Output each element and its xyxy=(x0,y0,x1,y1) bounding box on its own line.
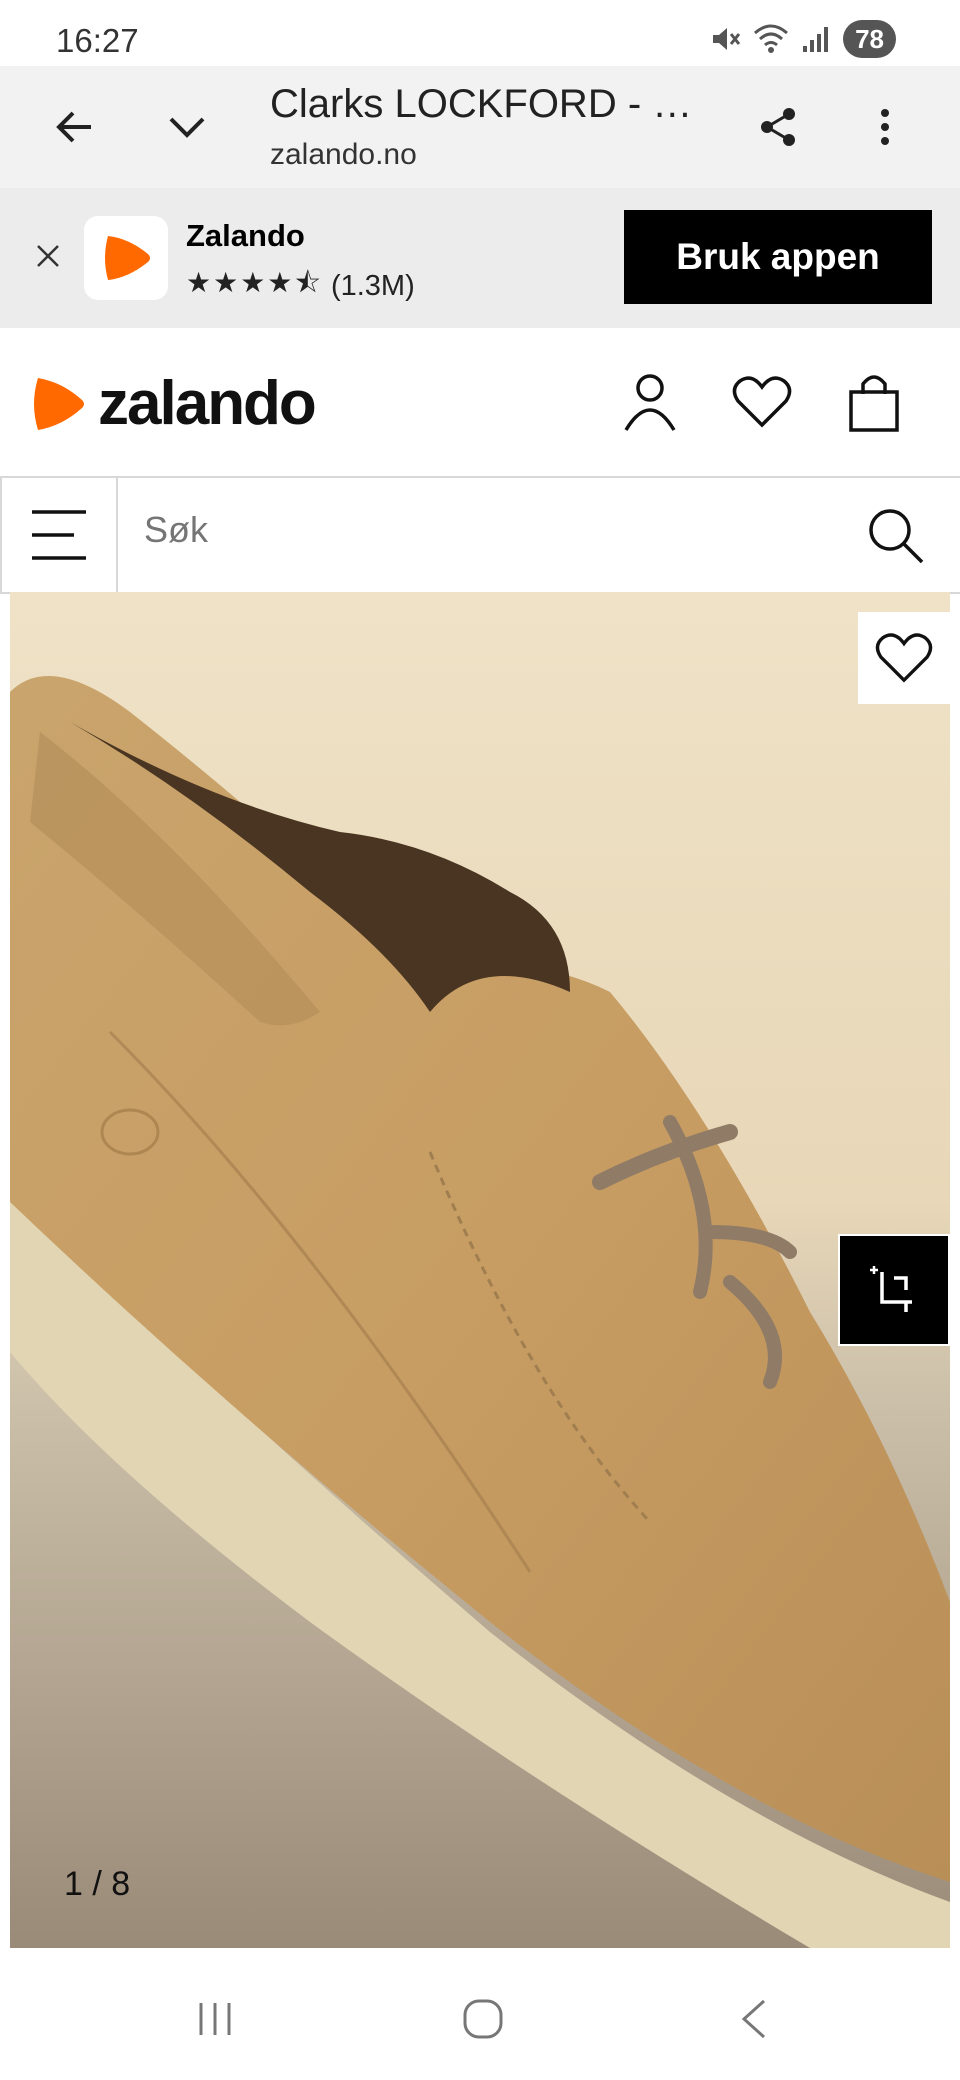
use-app-button[interactable]: Bruk appen xyxy=(624,210,932,304)
arrow-left-icon xyxy=(56,111,91,143)
add-to-wishlist-button[interactable] xyxy=(858,612,950,704)
status-icons: 78 xyxy=(709,20,896,58)
chevron-left-icon xyxy=(741,1999,766,2039)
site-header: zalando xyxy=(0,328,960,476)
mute-icon xyxy=(713,28,741,50)
page-title[interactable]: Clarks LOCKFORD - … xyxy=(270,82,692,127)
chevron-down-icon xyxy=(169,117,205,138)
share-icon xyxy=(761,108,795,146)
app-name: Zalando xyxy=(186,218,305,253)
page-domain[interactable]: zalando.no xyxy=(270,138,417,172)
status-bar: 16:27 78 xyxy=(0,0,960,66)
cart-button[interactable] xyxy=(842,370,906,434)
signal-icon xyxy=(803,27,829,52)
search-button[interactable] xyxy=(864,504,926,566)
more-options-button[interactable] xyxy=(850,92,920,162)
user-icon xyxy=(624,374,676,431)
recent-apps-button[interactable] xyxy=(180,1984,250,2054)
hamburger-menu-icon xyxy=(32,510,86,560)
zalando-logo-icon xyxy=(105,236,150,280)
close-banner-button[interactable] xyxy=(18,226,78,286)
app-banner: Zalando ★★★★⯪ (1.3M) Bruk appen xyxy=(0,188,960,328)
search-icon xyxy=(869,509,924,564)
recent-apps-icon xyxy=(199,2003,231,2035)
system-back-button[interactable] xyxy=(718,1984,788,2054)
wifi-icon xyxy=(754,24,789,53)
account-button[interactable] xyxy=(618,370,682,434)
wishlist-button[interactable] xyxy=(730,370,794,434)
browser-toolbar: Clarks LOCKFORD - … zalando.no xyxy=(0,66,960,188)
home-icon xyxy=(463,1999,503,2039)
home-button[interactable] xyxy=(448,1984,518,2054)
share-button[interactable] xyxy=(744,92,814,162)
rating-stars: ★★★★⯪ xyxy=(186,267,323,298)
menu-button[interactable] xyxy=(2,478,118,592)
site-logo[interactable]: zalando xyxy=(30,368,317,439)
product-image-carousel[interactable]: 1 / 8 xyxy=(10,592,950,1948)
collapse-button[interactable] xyxy=(152,92,222,162)
search-input[interactable] xyxy=(142,508,786,552)
product-photo xyxy=(10,592,950,1948)
system-navigation-bar xyxy=(0,1950,960,2080)
visual-search-button[interactable] xyxy=(838,1234,950,1346)
shopping-bag-icon xyxy=(849,375,899,432)
status-time: 16:27 xyxy=(56,22,139,59)
zalando-logo-icon xyxy=(34,377,84,430)
search-bar xyxy=(0,476,960,594)
battery-level: 78 xyxy=(843,20,896,58)
image-counter: 1 / 8 xyxy=(64,1865,131,1903)
heart-icon xyxy=(875,633,933,683)
crop-sparkle-icon xyxy=(870,1266,912,1312)
heart-icon xyxy=(732,376,792,428)
logo-text: zalando xyxy=(98,369,317,438)
back-button[interactable] xyxy=(40,92,110,162)
app-icon xyxy=(84,216,168,300)
close-icon xyxy=(37,245,59,267)
app-rating: ★★★★⯪ (1.3M) xyxy=(186,262,415,310)
rating-count: (1.3M) xyxy=(330,269,415,302)
more-vertical-icon xyxy=(881,109,889,145)
